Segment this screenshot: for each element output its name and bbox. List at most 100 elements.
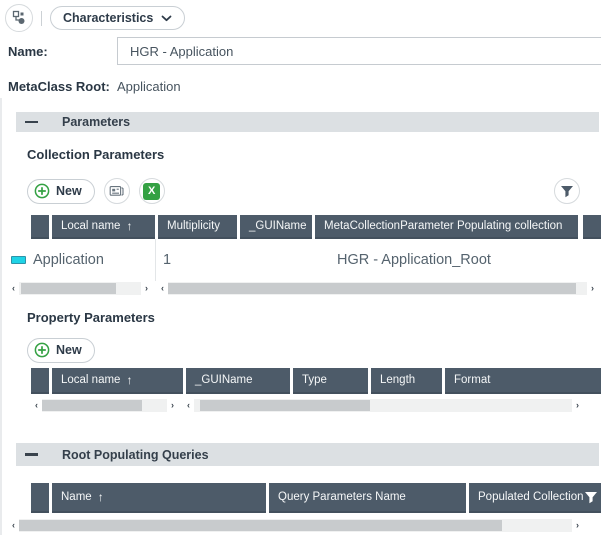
column-label: Format (454, 374, 490, 386)
scroll-left-icon[interactable]: ‹ (8, 282, 19, 295)
property-parameters-table: Local name ↑ _GUIName Type Length Format (31, 368, 601, 412)
column-header-meta-collection[interactable]: MetaCollectionParameter Populating colle… (315, 215, 578, 239)
property-scrollbars: ‹ › ‹ › (31, 399, 601, 412)
scrollbar-thumb[interactable] (21, 283, 116, 294)
column-header-local-name[interactable]: Local name ↑ (52, 215, 155, 239)
topbar: Characteristics (0, 0, 601, 32)
column-header-populated-collection[interactable]: Populated Collection (469, 483, 601, 513)
collapse-icon (25, 121, 38, 124)
column-header-name[interactable]: Name ↑ (52, 483, 266, 513)
cell-multiplicity: 1 (155, 252, 237, 268)
scroll-right-icon[interactable]: › (572, 519, 583, 532)
metaclass-root-row: MetaClass Root: Application (0, 78, 601, 95)
column-header-guiname[interactable]: _GUIName (240, 215, 312, 239)
root-populating-queries-table: Name ↑ Query Parameters Name Populated C… (8, 483, 601, 532)
column-header-type[interactable]: Type (293, 368, 368, 394)
metaclass-root-value: Application (117, 79, 181, 94)
header-spacer (8, 483, 31, 513)
table-scrollbar[interactable]: ‹ › (8, 519, 583, 532)
sort-asc-icon: ↑ (126, 373, 132, 387)
collection-new-label: New (56, 184, 82, 198)
column-header-blank (31, 483, 49, 513)
queries-section-title: Root Populating Queries (62, 448, 209, 462)
plus-icon (34, 183, 50, 199)
queries-scrollbars: ‹ › (8, 519, 601, 532)
row-icon-cell (8, 256, 31, 264)
panel-edge-line (0, 98, 2, 535)
characteristics-label: Characteristics (63, 11, 153, 25)
name-field-row: Name: (0, 37, 601, 65)
scroll-left-icon[interactable]: ‹ (31, 399, 42, 412)
header-spacer (8, 215, 31, 239)
scroll-right-icon[interactable]: › (572, 399, 583, 412)
metaclass-root-label: MetaClass Root: (0, 79, 117, 94)
topbar-divider (41, 11, 42, 26)
scrollbar-track[interactable] (19, 282, 141, 295)
scroll-left-icon[interactable]: ‹ (8, 519, 19, 532)
report-button[interactable] (104, 178, 130, 204)
collection-parameters-table: Local name ↑ Multiplicity _GUIName MetaC… (8, 215, 601, 295)
characteristics-page: Characteristics Name: MetaClass Root: Ap… (0, 0, 601, 535)
frozen-pane-scrollbar[interactable]: ‹ › (31, 399, 178, 412)
column-header-local-name[interactable]: Local name ↑ (52, 368, 183, 394)
queries-table-header: Name ↑ Query Parameters Name Populated C… (8, 483, 601, 513)
collection-filter-button[interactable] (554, 178, 580, 204)
scroll-right-icon[interactable]: › (141, 282, 152, 295)
characteristics-dropdown[interactable]: Characteristics (50, 6, 185, 30)
model-hierarchy-button[interactable] (5, 4, 33, 32)
column-label: MetaCollectionParameter Populating colle… (324, 220, 562, 232)
scrollbar-track[interactable] (42, 399, 167, 412)
excel-icon: X (143, 183, 160, 200)
main-pane-scrollbar[interactable]: ‹ › (183, 399, 583, 412)
scrollbar-track[interactable] (194, 399, 572, 412)
property-parameters-heading: Property Parameters (27, 310, 601, 325)
property-table-header: Local name ↑ _GUIName Type Length Format (31, 368, 601, 394)
scroll-right-icon[interactable]: › (587, 282, 598, 295)
property-toolbar: New (27, 337, 580, 363)
collection-icon (11, 256, 26, 264)
parameters-section-header[interactable]: Parameters (16, 112, 599, 132)
scroll-right-icon[interactable]: › (167, 399, 178, 412)
filter-icon[interactable] (584, 491, 598, 504)
scrollbar-thumb[interactable] (19, 520, 502, 531)
empty-table-body (31, 394, 601, 398)
frozen-pane-scrollbar[interactable]: ‹ › (8, 282, 152, 295)
excel-export-button[interactable]: X (139, 178, 165, 204)
column-label: Name (61, 491, 92, 503)
column-header-multiplicity[interactable]: Multiplicity (158, 215, 237, 239)
column-header-length[interactable]: Length (371, 368, 442, 394)
column-label: Local name (61, 220, 120, 232)
main-pane-scrollbar[interactable]: ‹ › (157, 282, 598, 295)
column-label: _GUIName (195, 374, 253, 386)
cell-meta-collection: HGR - Application_Root (312, 252, 601, 268)
table-row[interactable]: Application 1 HGR - Application_Root (8, 239, 601, 281)
column-header-format[interactable]: Format (445, 368, 601, 394)
scrollbar-track[interactable] (19, 519, 572, 532)
hierarchy-icon (11, 10, 28, 27)
scrollbar-track[interactable] (168, 282, 587, 295)
sort-asc-icon: ↑ (98, 490, 104, 504)
name-label: Name: (0, 44, 117, 59)
scroll-left-icon[interactable]: ‹ (183, 399, 194, 412)
column-label: Query Parameters Name (278, 491, 406, 503)
collection-new-button[interactable]: New (27, 179, 95, 204)
scrollbar-thumb[interactable] (168, 283, 576, 294)
collapse-icon (25, 453, 38, 456)
sort-asc-icon: ↑ (126, 219, 132, 233)
column-header-blank (31, 215, 49, 239)
collection-scrollbars: ‹ › ‹ › (8, 282, 601, 295)
column-header-blank (31, 368, 49, 394)
scrollbar-thumb[interactable] (42, 400, 142, 411)
scroll-left-icon[interactable]: ‹ (157, 282, 168, 295)
collection-table-header: Local name ↑ Multiplicity _GUIName MetaC… (8, 215, 601, 239)
queries-section-header[interactable]: Root Populating Queries (16, 443, 599, 466)
property-new-button[interactable]: New (27, 338, 95, 363)
name-input[interactable] (117, 37, 601, 65)
empty-table-body (8, 513, 601, 518)
collection-parameters-heading: Collection Parameters (27, 147, 601, 162)
column-header-guiname[interactable]: _GUIName (186, 368, 290, 394)
filter-icon (560, 185, 574, 198)
scrollbar-thumb[interactable] (200, 400, 370, 411)
column-label: _GUIName (249, 220, 307, 232)
column-header-query-parameters-name[interactable]: Query Parameters Name (269, 483, 466, 513)
